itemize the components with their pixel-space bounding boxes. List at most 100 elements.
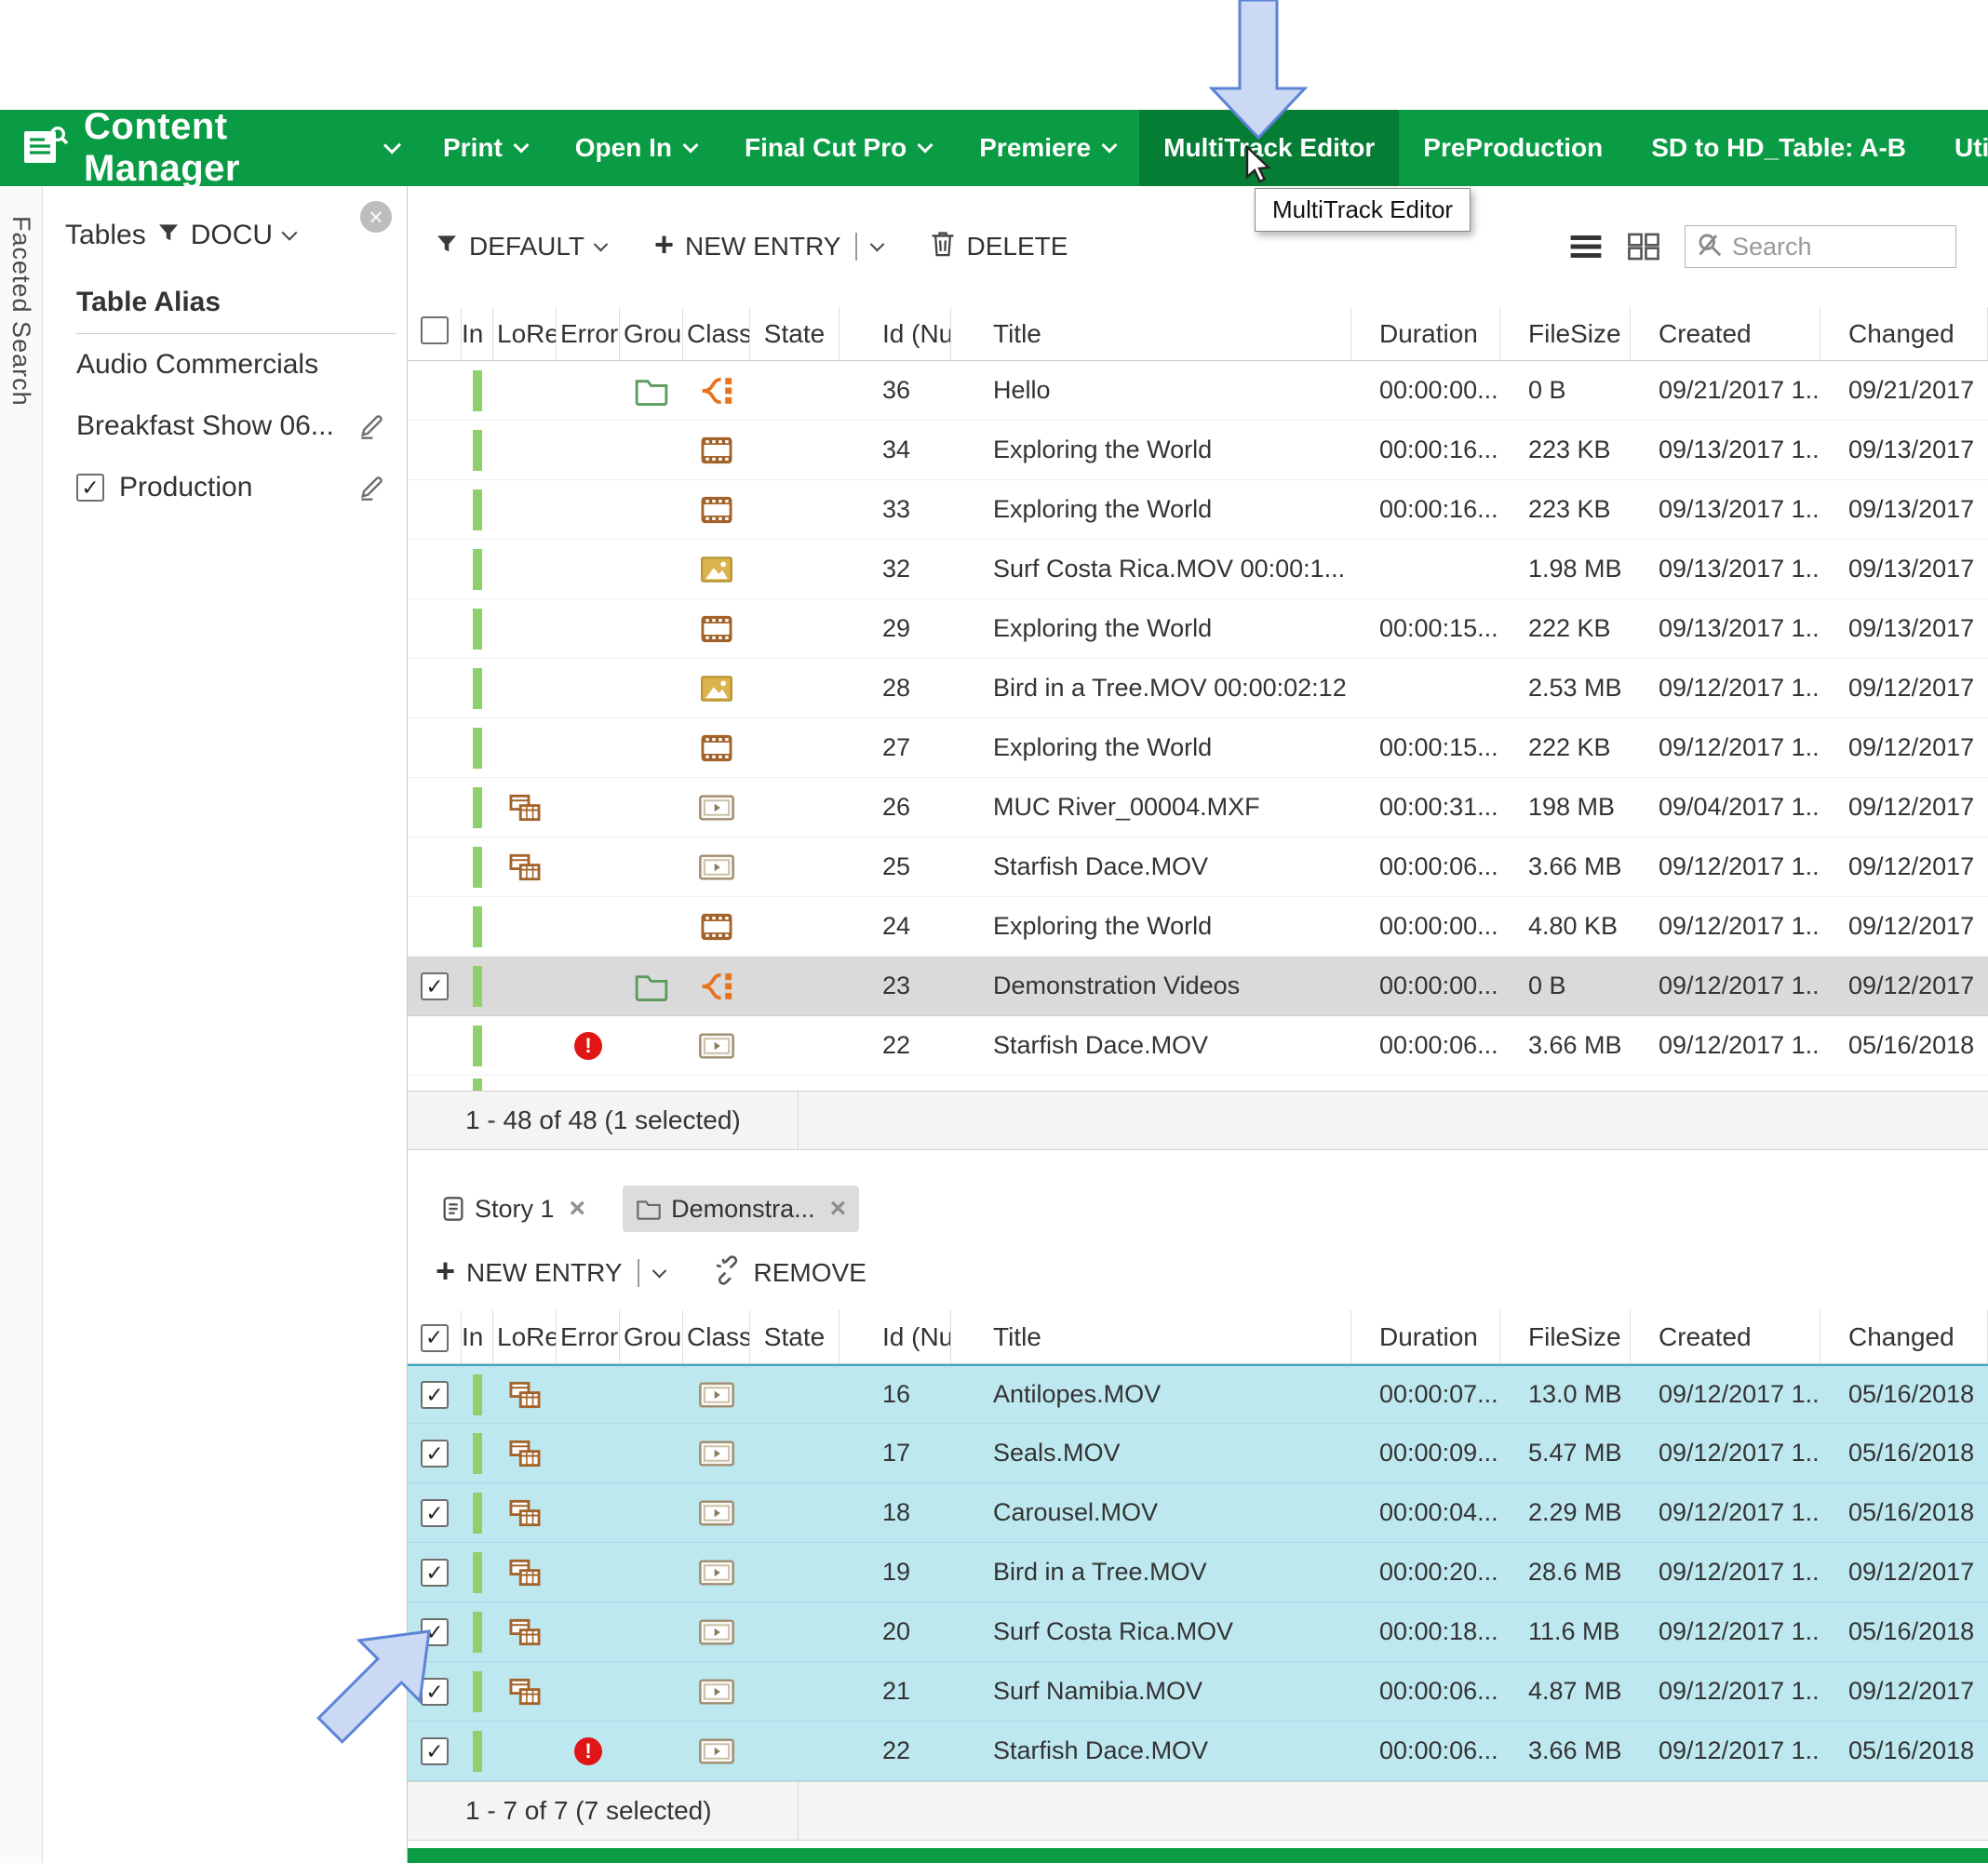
table-row-29[interactable]: 29Exploring the World00:00:15....222 KB0… bbox=[408, 599, 1988, 659]
column-header-duration[interactable]: Duration bbox=[1351, 307, 1500, 361]
row-checkbox[interactable] bbox=[421, 1381, 449, 1409]
table-row-16[interactable]: 16Antilopes.MOV00:00:07....13.0 MB09/12/… bbox=[408, 1364, 1988, 1424]
column-header-duration[interactable]: Duration bbox=[1351, 1310, 1500, 1364]
table-row-19[interactable]: 19Bird in a Tree.MOV00:00:20....28.6 MB0… bbox=[408, 1543, 1988, 1602]
column-header-state[interactable]: State bbox=[750, 1310, 840, 1364]
list-view-icon[interactable] bbox=[1569, 232, 1603, 261]
column-header-filesize[interactable]: FileSize bbox=[1500, 1310, 1631, 1364]
column-header-lore[interactable]: LoRe bbox=[493, 1310, 557, 1364]
cell-select[interactable] bbox=[408, 718, 462, 778]
table-row-26[interactable]: 26MUC River_00004.MXF00:00:31....198 MB0… bbox=[408, 778, 1988, 838]
column-header-title[interactable]: Title bbox=[951, 1310, 1351, 1364]
table-row-22[interactable]: !22Starfish Dace.MOV00:00:06....3.66 MB0… bbox=[408, 1722, 1988, 1781]
table-alias-item-production[interactable]: Production bbox=[43, 457, 407, 518]
filter-chip-demonstra[interactable]: Demonstra...× bbox=[623, 1186, 859, 1232]
tables-filter-value[interactable]: DOCU bbox=[191, 220, 273, 251]
column-header-lore[interactable]: LoRe bbox=[493, 307, 557, 361]
row-checkbox[interactable] bbox=[421, 972, 449, 1000]
edit-button[interactable] bbox=[356, 411, 394, 441]
column-header-created[interactable]: Created bbox=[1631, 307, 1820, 361]
cell-select[interactable] bbox=[408, 1424, 462, 1483]
table-row-22[interactable]: !22Starfish Dace.MOV00:00:06....3.66 MB0… bbox=[408, 1016, 1988, 1076]
column-header-class[interactable]: Class bbox=[683, 1310, 750, 1364]
table-row-20[interactable]: 20Surf Costa Rica.MOV00:00:18....11.6 MB… bbox=[408, 1602, 1988, 1662]
select-all-checkbox[interactable] bbox=[421, 316, 449, 344]
column-header-id-numb[interactable]: Id (Numb bbox=[840, 307, 951, 361]
search-box[interactable] bbox=[1685, 225, 1956, 268]
close-icon[interactable]: × bbox=[570, 1195, 586, 1223]
column-header-title[interactable]: Title bbox=[951, 307, 1351, 361]
column-header-changed[interactable]: Changed bbox=[1820, 307, 1988, 361]
column-header-filesize[interactable]: FileSize bbox=[1500, 307, 1631, 361]
table-row-36[interactable]: 36Hello00:00:00....0 B09/21/2017 1...09/… bbox=[408, 361, 1988, 421]
filter-chip-story-1[interactable]: Story 1× bbox=[428, 1186, 598, 1232]
menu-item-open-in[interactable]: Open In bbox=[551, 110, 720, 186]
table-row-23[interactable]: 23Demonstration Videos00:00:00....0 B09/… bbox=[408, 957, 1988, 1016]
column-header-state[interactable]: State bbox=[750, 307, 840, 361]
grid-view-icon[interactable] bbox=[1627, 232, 1660, 261]
table-row-33[interactable]: 33Exploring the World00:00:16....223 KB0… bbox=[408, 480, 1988, 540]
cell-changed: 09/13/2017 bbox=[1820, 480, 1988, 540]
cell-select[interactable] bbox=[408, 421, 462, 480]
search-input[interactable] bbox=[1732, 233, 1944, 261]
column-header-in[interactable]: In bbox=[462, 1310, 493, 1364]
faceted-search-sidebar[interactable]: Faceted Search bbox=[0, 186, 43, 1863]
delete-button[interactable]: DELETE bbox=[931, 230, 1068, 264]
sequence-icon bbox=[698, 375, 735, 407]
menu-item-print[interactable]: Print bbox=[419, 110, 551, 186]
cell-select[interactable] bbox=[408, 1016, 462, 1076]
row-checkbox[interactable] bbox=[421, 1559, 449, 1587]
new-entry-button[interactable]: + NEW ENTRY bbox=[436, 1258, 665, 1288]
table-row-24[interactable]: 24Exploring the World00:00:00....4.80 KB… bbox=[408, 897, 1988, 957]
column-header-id-numb[interactable]: Id (Numb bbox=[840, 1310, 951, 1364]
cell-select[interactable] bbox=[408, 1483, 462, 1543]
column-header-error[interactable]: Error bbox=[557, 307, 620, 361]
column-header-in[interactable]: In bbox=[462, 307, 493, 361]
column-header-changed[interactable]: Changed bbox=[1820, 1310, 1988, 1364]
cell-select[interactable] bbox=[408, 838, 462, 897]
table-row-25[interactable]: 25Starfish Dace.MOV00:00:06....3.66 MB09… bbox=[408, 838, 1988, 897]
menu-item-utilities[interactable]: Utilities bbox=[1930, 110, 1988, 186]
checkbox[interactable] bbox=[76, 474, 104, 502]
table-row-17[interactable]: 17Seals.MOV00:00:09....5.47 MB09/12/2017… bbox=[408, 1424, 1988, 1483]
cell-group bbox=[620, 1364, 683, 1424]
table-alias-item-breakfast-show-06[interactable]: Breakfast Show 06... bbox=[43, 395, 407, 457]
menu-item-final-cut-pro[interactable]: Final Cut Pro bbox=[720, 110, 955, 186]
column-header-grou[interactable]: Grou bbox=[620, 1310, 683, 1364]
table-row-32[interactable]: 32Surf Costa Rica.MOV 00:00:1...1.98 MB0… bbox=[408, 540, 1988, 599]
cell-select[interactable] bbox=[408, 480, 462, 540]
close-icon[interactable]: × bbox=[830, 1195, 847, 1223]
chevron-down-icon[interactable] bbox=[282, 225, 298, 241]
select-all-checkbox[interactable] bbox=[421, 1324, 449, 1352]
cell-select[interactable] bbox=[408, 599, 462, 659]
cell-select[interactable] bbox=[408, 540, 462, 599]
row-checkbox[interactable] bbox=[421, 1499, 449, 1527]
cell-select[interactable] bbox=[408, 778, 462, 838]
column-header-error[interactable]: Error bbox=[557, 1310, 620, 1364]
close-icon[interactable]: × bbox=[360, 201, 392, 233]
table-row-21[interactable]: 21Surf Namibia.MOV00:00:06....4.87 MB09/… bbox=[408, 1662, 1988, 1722]
table-row-27[interactable]: 27Exploring the World00:00:15....222 KB0… bbox=[408, 718, 1988, 778]
column-header-class[interactable]: Class bbox=[683, 307, 750, 361]
column-header-grou[interactable]: Grou bbox=[620, 307, 683, 361]
cell-select[interactable] bbox=[408, 1543, 462, 1602]
table-alias-item-audio-commercials[interactable]: Audio Commercials bbox=[43, 334, 407, 395]
table-row-18[interactable]: 18Carousel.MOV00:00:04....2.29 MB09/12/2… bbox=[408, 1483, 1988, 1543]
cell-select[interactable] bbox=[408, 361, 462, 421]
menu-item-premiere[interactable]: Premiere bbox=[955, 110, 1139, 186]
cell-select[interactable] bbox=[408, 897, 462, 957]
menu-item-preproduction[interactable]: PreProduction bbox=[1399, 110, 1627, 186]
cell-select[interactable] bbox=[408, 1364, 462, 1424]
menu-item-sd-to-hd-table-a-b[interactable]: SD to HD_Table: A-B bbox=[1627, 110, 1930, 186]
table-row-34[interactable]: 34Exploring the World00:00:16....223 KB0… bbox=[408, 421, 1988, 480]
cell-select[interactable] bbox=[408, 957, 462, 1016]
table-row-28[interactable]: 28Bird in a Tree.MOV 00:00:02:122.53 MB0… bbox=[408, 659, 1988, 718]
remove-button[interactable]: REMOVE bbox=[713, 1255, 866, 1292]
cell-select[interactable] bbox=[408, 659, 462, 718]
edit-button[interactable] bbox=[356, 473, 394, 503]
column-header-created[interactable]: Created bbox=[1631, 1310, 1820, 1364]
row-checkbox[interactable] bbox=[421, 1440, 449, 1468]
default-filter-button[interactable]: DEFAULT bbox=[436, 232, 606, 261]
new-entry-button[interactable]: + NEW ENTRY bbox=[654, 232, 883, 261]
app-menu-button[interactable]: Content Manager bbox=[0, 110, 419, 186]
